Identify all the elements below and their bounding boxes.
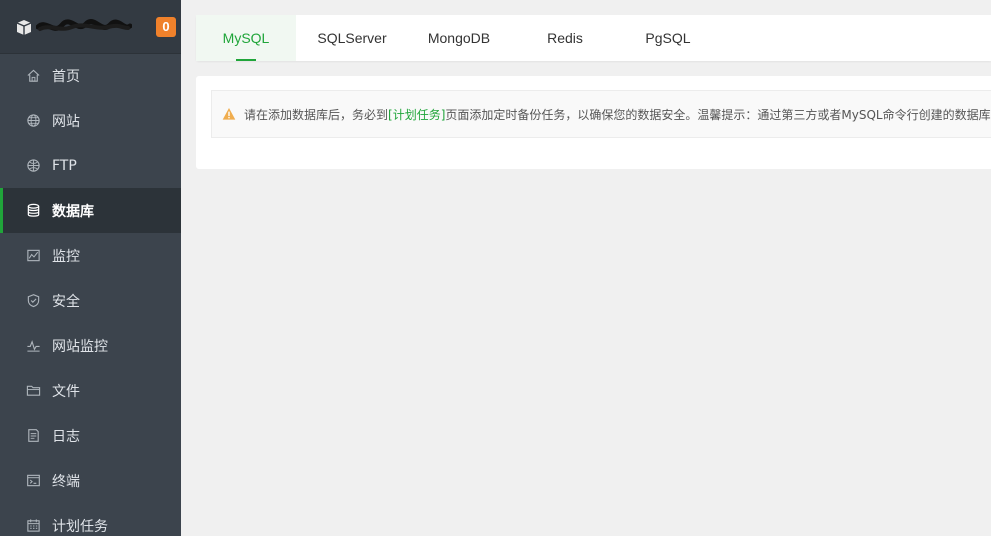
sidebar-item-security[interactable]: 安全 [0, 278, 181, 323]
backup-notice: 请在添加数据库后，务必到 [计划任务] 页面添加定时备份任务，以确保您的数据安全。温… [211, 90, 991, 138]
sidebar-item-label: 网站监控 [52, 338, 108, 355]
tab-label: PgSQL [645, 30, 691, 46]
sidebar-item-label: 终端 [52, 473, 80, 490]
tab-sqlserver[interactable]: SQLServer [301, 15, 403, 61]
tab-label: SQLServer [317, 30, 387, 46]
content-panel: 请在添加数据库后，务必到 [计划任务] 页面添加定时备份任务，以确保您的数据安全。温… [196, 76, 991, 169]
terminal-icon [25, 473, 41, 489]
sidebar-item-cron[interactable]: 计划任务 [0, 503, 181, 536]
tab-pgsql[interactable]: PgSQL [630, 15, 706, 61]
sidebar-item-website[interactable]: 网站 [0, 98, 181, 143]
logo-icon [16, 20, 32, 35]
tab-label: MongoDB [427, 30, 491, 46]
pulse-icon [25, 338, 41, 354]
folder-icon [25, 383, 41, 399]
notice-text-after: 页面添加定时备份任务，以确保您的数据安全。温馨提示：通过第三方或者MySQL命令… [445, 107, 991, 122]
shield-icon [25, 293, 41, 309]
ftp-icon [25, 158, 41, 174]
sidebar-item-label: 文件 [52, 383, 80, 400]
notice-text-before: 请在添加数据库后，务必到 [244, 107, 389, 122]
redacted-username [36, 19, 132, 31]
sidebar-item-label: 日志 [52, 428, 80, 445]
sidebar-item-label: 首页 [52, 68, 80, 85]
calendar-icon [25, 518, 41, 534]
tab-redis[interactable]: Redis [530, 15, 600, 61]
sidebar-item-logs[interactable]: 日志 [0, 413, 181, 458]
notification-badge[interactable]: 0 [156, 17, 176, 37]
tab-label: Redis [547, 30, 583, 46]
sidebar-item-label: 网站 [52, 113, 80, 130]
warning-icon [222, 108, 236, 120]
sidebar-item-terminal[interactable]: 终端 [0, 458, 181, 503]
sidebar-item-label: FTP [52, 157, 77, 174]
sidebar-item-label: 监控 [52, 248, 80, 265]
sidebar-item-label: 安全 [52, 293, 80, 310]
sidebar-item-files[interactable]: 文件 [0, 368, 181, 413]
sidebar-item-database[interactable]: 数据库 [0, 188, 181, 233]
cron-task-link[interactable]: [计划任务] [388, 106, 445, 123]
tab-mongodb[interactable]: MongoDB [410, 15, 508, 61]
tab-mysql[interactable]: MySQL [196, 15, 296, 61]
sidebar-nav: 首页 网站 FTP 数据库 监控 安全 网站监控 文件 日志 终端 计划任务 [0, 53, 181, 536]
sidebar-header: 0 [0, 0, 181, 54]
sidebar-item-label: 数据库 [52, 203, 94, 220]
sidebar-item-site-monitor[interactable]: 网站监控 [0, 323, 181, 368]
globe-icon [25, 113, 41, 129]
home-icon [25, 68, 41, 84]
monitor-icon [25, 248, 41, 264]
sidebar-item-label: 计划任务 [52, 518, 108, 535]
tab-label: MySQL [222, 30, 270, 46]
log-icon [25, 428, 41, 444]
database-type-tabs: MySQL SQLServer MongoDB Redis PgSQL [196, 15, 991, 61]
sidebar-item-ftp[interactable]: FTP [0, 143, 181, 188]
database-icon [25, 203, 41, 219]
sidebar-item-monitor[interactable]: 监控 [0, 233, 181, 278]
sidebar-item-home[interactable]: 首页 [0, 53, 181, 98]
sidebar: 0 首页 网站 FTP 数据库 监控 安全 网站监控 文件 日志 终端 计划任务 [0, 0, 181, 536]
active-tab-indicator [236, 59, 256, 61]
